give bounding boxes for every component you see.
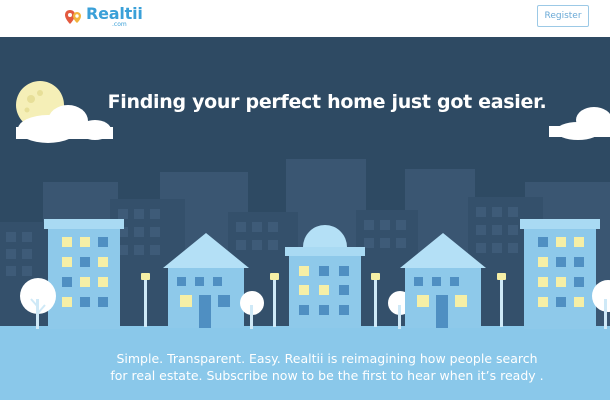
hero-tagline: Simple. Transparent. Easy. Realtii is re… bbox=[0, 350, 610, 384]
logo-domain: .com bbox=[112, 21, 127, 28]
hero-section: Finding your perfect home just got easie… bbox=[0, 37, 610, 400]
apartment-building bbox=[44, 219, 124, 329]
tagline-line: for real estate. Subscribe now to be the… bbox=[110, 368, 544, 383]
apartment-building bbox=[520, 219, 600, 329]
register-button[interactable]: Register bbox=[537, 5, 589, 27]
realtii-logo[interactable]: Realtii .com bbox=[64, 6, 143, 32]
top-navigation-bar: Realtii .com Register bbox=[0, 0, 610, 37]
tagline-line: Simple. Transparent. Easy. Realtii is re… bbox=[116, 351, 538, 366]
map-pin-icon bbox=[65, 10, 81, 24]
hero-headline: Finding your perfect home just got easie… bbox=[107, 91, 547, 113]
